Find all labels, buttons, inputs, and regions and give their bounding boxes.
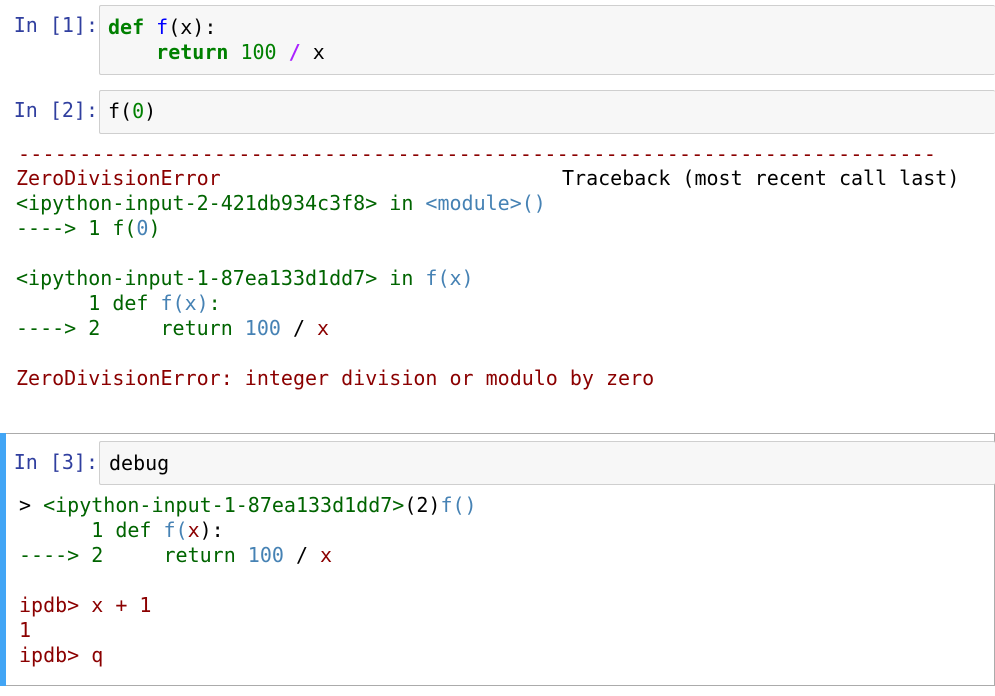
keyword: def — [108, 15, 145, 39]
function-name: f — [108, 99, 121, 123]
error-message: : integer division or modulo by zero — [220, 366, 655, 390]
debug-location: > <ipython-input-1-87ea133d1dd7>(2)f() — [19, 493, 477, 518]
frame-func: f — [425, 266, 438, 290]
error-name: ZeroDivisionError — [16, 166, 221, 190]
final-error-line: ZeroDivisionError: integer division or m… — [16, 366, 654, 391]
debug-line-1: 1 def f(x): — [19, 518, 224, 543]
location-file: <ipython-input-1-87ea133d1dd7> — [43, 493, 405, 517]
line-number: 1 — [19, 518, 116, 542]
operator: / — [288, 40, 301, 64]
number: 100 — [247, 543, 284, 567]
location-func: f — [440, 493, 453, 517]
colon: : — [208, 291, 221, 315]
paren: ( — [175, 518, 188, 542]
frame-file: <ipython-input-2-421db934c3f8> — [16, 191, 378, 215]
params: (x): — [168, 15, 217, 39]
paren: ( — [120, 99, 133, 123]
function-name: f — [163, 518, 176, 542]
frame-2-line-2: ----> 2 return 100 / x — [16, 316, 329, 341]
line-number: 1 — [16, 291, 113, 315]
ipdb-prompt: ipdb> — [19, 593, 92, 617]
args: (x) — [172, 291, 209, 315]
keyword: def — [115, 518, 164, 542]
traceback-separator: ----------------------------------------… — [18, 142, 937, 166]
cell-1-line-1: def f(x): — [108, 14, 216, 40]
number: 100 — [240, 40, 277, 64]
keyword: return — [112, 316, 245, 340]
frame-in: in — [377, 191, 426, 215]
location-parens: () — [452, 493, 477, 517]
cell-1-line-2: return 100 / x — [108, 39, 325, 65]
variable: x — [320, 543, 333, 567]
cell-3-prompt: In [3]: — [13, 450, 98, 474]
variable: x — [317, 316, 330, 340]
cell-2-line-1: f(0) — [108, 98, 156, 124]
frame-module: <module> — [425, 191, 522, 215]
cell-3-input[interactable]: debug — [99, 441, 995, 485]
error-name: ZeroDivisionError — [16, 366, 221, 390]
operator: / — [283, 543, 321, 567]
number: 100 — [244, 316, 281, 340]
arrow: ----> 1 — [16, 216, 113, 240]
frame-args: (x) — [437, 266, 474, 290]
arrow: ----> 2 — [16, 316, 113, 340]
code-paren: ( — [124, 216, 137, 240]
keyword: def — [112, 291, 161, 315]
frame-1-line: ----> 1 f(0) — [16, 216, 161, 241]
keyword: return — [156, 40, 229, 64]
frame-in: in — [377, 266, 426, 290]
frame-1-header: <ipython-input-2-421db934c3f8> in <modul… — [16, 191, 546, 216]
ipdb-result-1: 1 — [19, 618, 32, 642]
code-arg: 0 — [136, 216, 149, 240]
function-name: f — [156, 15, 169, 39]
traceback-header: Traceback (most recent call last) — [562, 166, 960, 190]
debug-line-2: ----> 2 return 100 / x — [19, 543, 332, 568]
ipdb-command: x + 1 — [91, 593, 152, 617]
ipdb-command-2: ipdb> q — [19, 643, 103, 668]
paren: ): — [199, 518, 224, 542]
frame-2-line-1: 1 def f(x): — [16, 291, 221, 316]
cell-3-line-1: debug — [109, 451, 170, 475]
traceback-header-line: ZeroDivisionError — [16, 166, 221, 191]
number: 0 — [132, 99, 145, 123]
location-line: (2) — [404, 493, 441, 517]
ipdb-command-1: ipdb> x + 1 — [19, 593, 151, 618]
frame-file: <ipython-input-1-87ea133d1dd7> — [16, 266, 378, 290]
variable: x — [312, 40, 325, 64]
function-name: f — [160, 291, 173, 315]
location-marker: > — [19, 493, 44, 517]
cell-1-prompt: In [1]: — [13, 13, 98, 37]
cell-2-input[interactable]: f(0) — [99, 90, 995, 134]
cell-1-input[interactable]: def f(x): return 100 / x — [99, 5, 995, 75]
frame-2-header: <ipython-input-1-87ea133d1dd7> in f(x) — [16, 266, 474, 291]
code-paren: ) — [148, 216, 161, 240]
code-fn: f — [112, 216, 125, 240]
frame-parens: () — [521, 191, 546, 215]
operator: / — [280, 316, 318, 340]
keyword: return — [115, 543, 248, 567]
paren: ) — [144, 99, 157, 123]
arg: x — [187, 518, 200, 542]
ipdb-prompt: ipdb> — [19, 643, 92, 667]
cell-2-prompt: In [2]: — [13, 98, 98, 122]
arrow: ----> 2 — [19, 543, 116, 567]
ipdb-command: q — [91, 643, 104, 667]
